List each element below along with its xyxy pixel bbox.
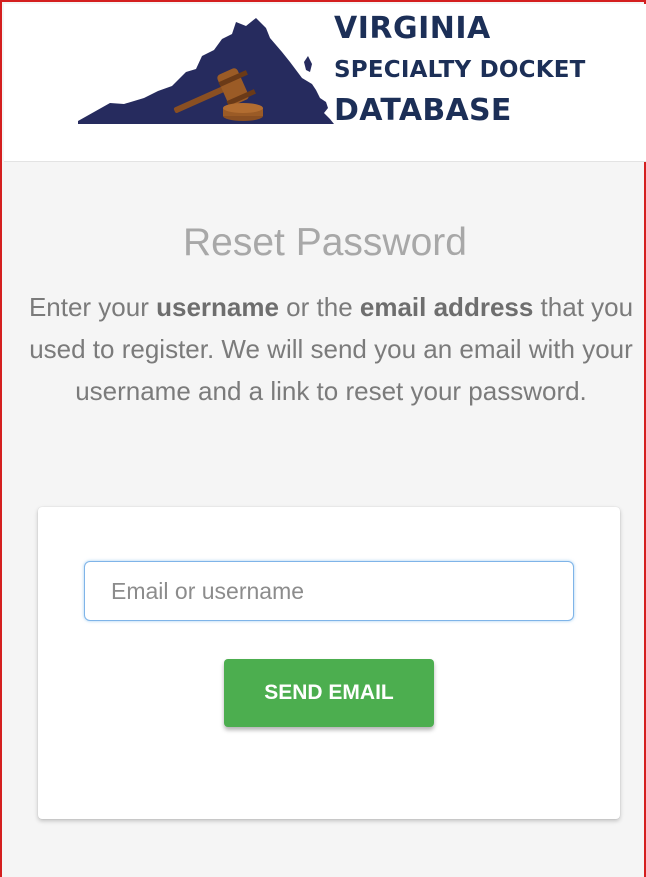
email-or-username-input[interactable]	[84, 561, 574, 621]
instructions-text: Enter your username or the email address…	[24, 286, 638, 412]
reset-form-card: SEND EMAIL	[38, 507, 620, 819]
page-title: Reset Password	[183, 221, 467, 264]
logo-title-virginia: VIRGINIA	[334, 11, 491, 46]
instructions-part2: or the	[278, 292, 360, 322]
logo-title-specialty-docket: SPECIALTY DOCKET	[334, 57, 586, 83]
instructions-bold-username: username	[156, 292, 279, 322]
instructions-bold-email: email address	[359, 292, 534, 322]
instructions-part1: Enter your	[28, 292, 157, 322]
logo-title-database: DATABASE	[334, 93, 512, 128]
page-frame: VIRGINIA SPECIALTY DOCKET DATABASE Reset…	[0, 0, 646, 877]
header: VIRGINIA SPECIALTY DOCKET DATABASE	[4, 4, 646, 162]
virginia-map-gavel-icon	[78, 18, 334, 124]
send-email-button[interactable]: SEND EMAIL	[224, 659, 434, 727]
